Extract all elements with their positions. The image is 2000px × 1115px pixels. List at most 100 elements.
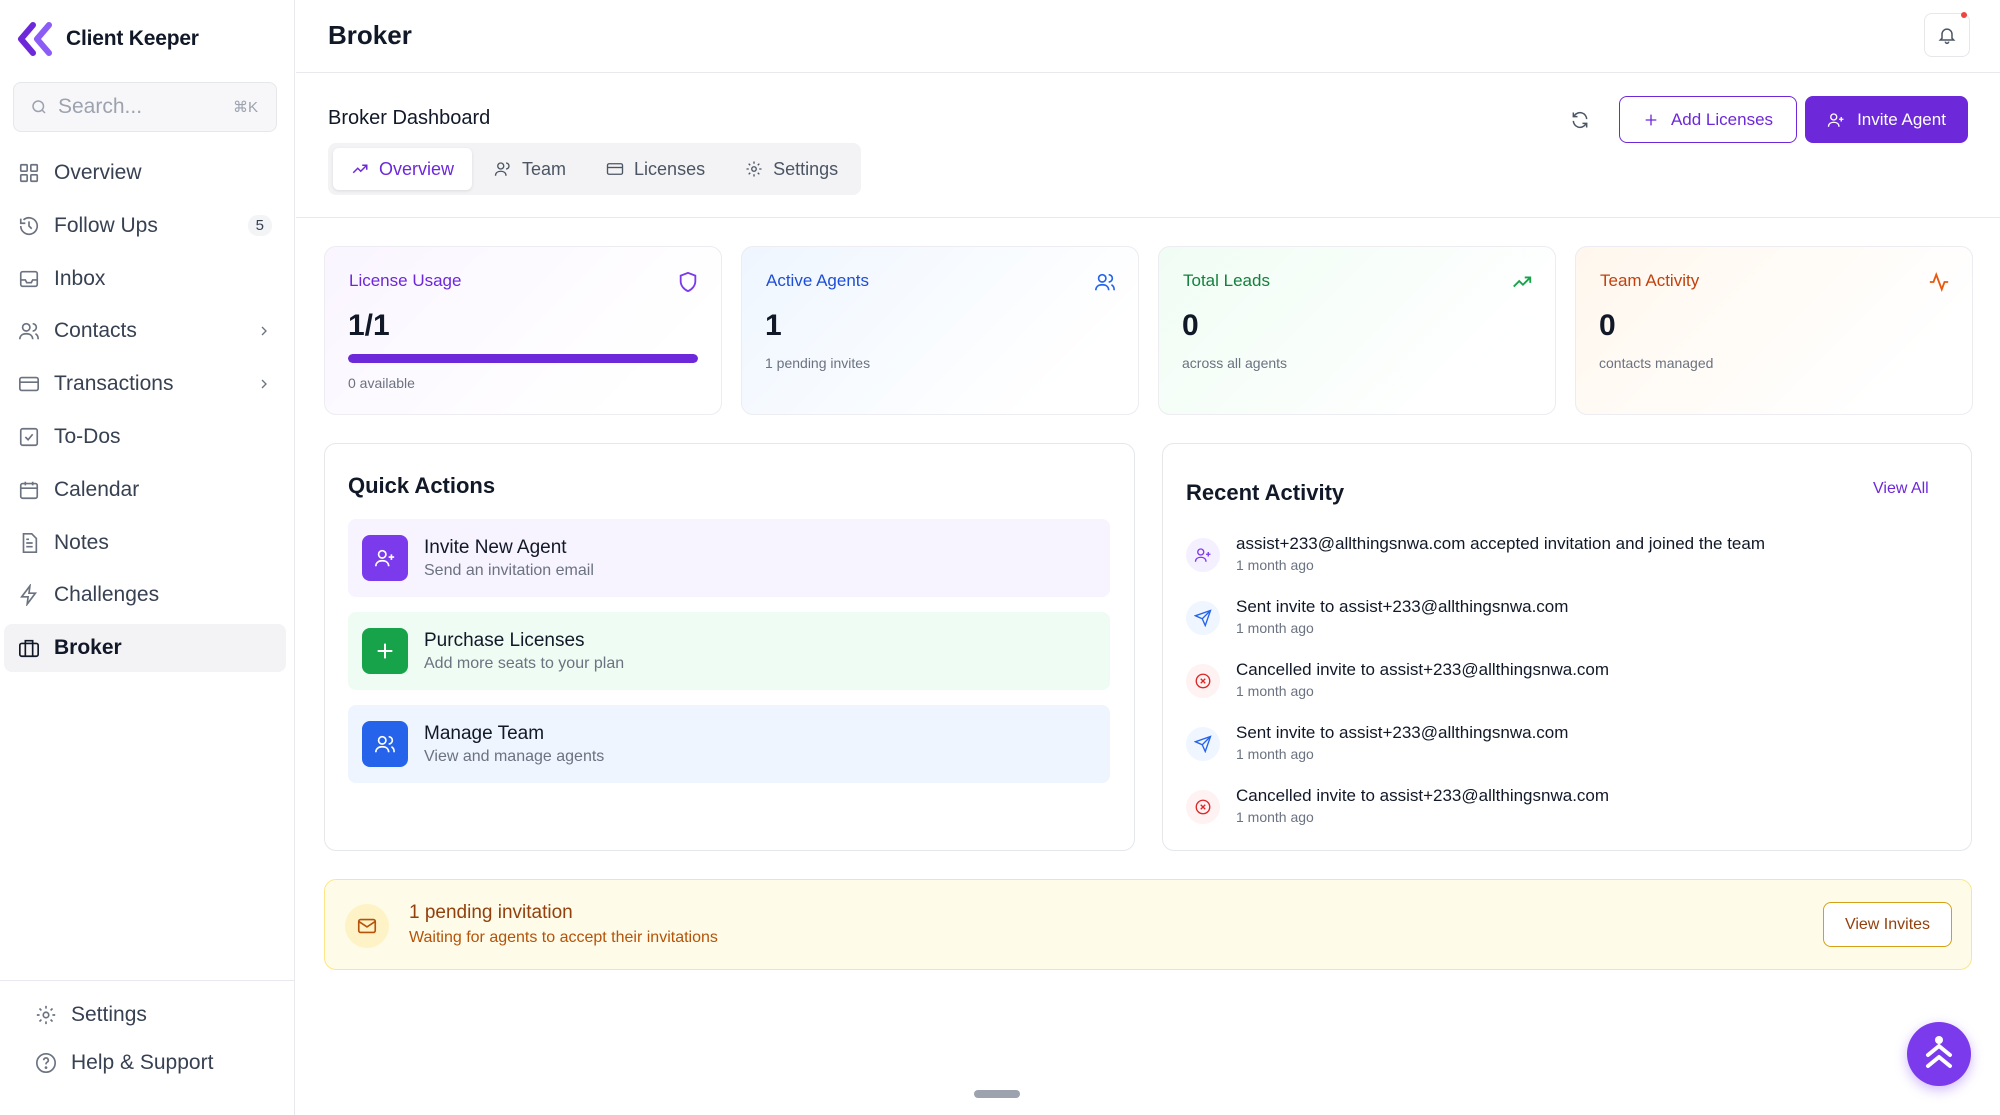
users-icon: [1094, 271, 1116, 293]
sidebar-item-label: Notes: [54, 530, 109, 554]
sidebar-item-follow-ups[interactable]: Follow Ups 5: [4, 202, 286, 250]
activity-time: 1 month ago: [1236, 620, 1314, 636]
activity-item: Cancelled invite to assist+233@allthings…: [1186, 660, 1966, 699]
trend-icon: [351, 160, 369, 178]
sidebar-item-label: Broker: [54, 636, 122, 660]
sidebar-item-contacts[interactable]: Contacts: [4, 307, 286, 355]
gear-icon: [35, 1004, 57, 1026]
tab-settings[interactable]: Settings: [727, 148, 856, 190]
activity-text: assist+233@allthingsnwa.com accepted inv…: [1236, 534, 1765, 553]
sidebar-item-broker[interactable]: Broker: [4, 624, 286, 673]
follow-ups-count-badge: 5: [247, 215, 272, 237]
search-placeholder: Search...: [58, 95, 143, 118]
team-activity-card: Team Activity 0 contacts managed: [1575, 246, 1973, 415]
sidebar-item-label: Settings: [71, 1003, 147, 1026]
cancel-circle-icon: [1186, 664, 1220, 698]
dashboard-tabs: Overview Team Licenses Settings: [328, 143, 862, 195]
dashboard-header: Broker Dashboard Overview Team Licenses …: [296, 73, 2000, 218]
action-title: Purchase Licenses: [424, 629, 585, 651]
license-usage-card: License Usage 1/1 0 available: [324, 246, 722, 415]
page-title: Broker: [328, 20, 412, 50]
activity-text: Cancelled invite to assist+233@allthings…: [1236, 786, 1610, 805]
activity-time: 1 month ago: [1236, 683, 1314, 699]
sidebar-item-challenges[interactable]: Challenges: [4, 571, 286, 619]
stat-sub: across all agents: [1182, 355, 1288, 371]
note-icon: [18, 532, 40, 554]
sidebar-item-help-support[interactable]: Help & Support: [0, 1039, 295, 1087]
send-icon: [1186, 601, 1220, 635]
top-bar: Broker: [296, 0, 2000, 73]
search-input[interactable]: Search... ⌘K: [13, 82, 277, 132]
refresh-icon: [1570, 110, 1590, 130]
sidebar-item-label: To-Dos: [54, 424, 121, 448]
banner-subtitle: Waiting for agents to accept their invit…: [409, 929, 718, 946]
stat-sub: 1 pending invites: [765, 355, 871, 371]
view-invites-button[interactable]: View Invites: [1823, 902, 1952, 947]
grid-icon: [18, 162, 40, 184]
assistant-fab-button[interactable]: [1907, 1022, 1971, 1086]
tab-overview[interactable]: Overview: [333, 148, 473, 190]
checkbox-icon: [18, 426, 40, 448]
brand[interactable]: Client Keeper: [16, 22, 199, 56]
recent-activity-panel: Recent Activity View All assist+233@allt…: [1162, 443, 1972, 851]
activity-time: 1 month ago: [1236, 809, 1314, 825]
send-icon: [1186, 727, 1220, 761]
sidebar-item-to-dos[interactable]: To-Dos: [4, 413, 286, 461]
add-licenses-button[interactable]: Add Licenses: [1619, 96, 1797, 143]
chevron-right-icon: [256, 323, 272, 339]
activity-item: assist+233@allthingsnwa.com accepted inv…: [1186, 534, 1966, 573]
tab-label: Licenses: [634, 158, 706, 179]
users-icon: [362, 721, 408, 767]
card-icon: [606, 160, 624, 178]
tab-label: Settings: [773, 158, 839, 179]
sidebar-item-settings[interactable]: Settings: [0, 991, 295, 1039]
tab-licenses[interactable]: Licenses: [588, 148, 723, 190]
sidebar-item-label: Challenges: [54, 583, 160, 607]
activity-item: Cancelled invite to assist+233@allthings…: [1186, 786, 1966, 825]
search-icon: [30, 98, 48, 116]
stat-label: License Usage: [349, 271, 462, 290]
users-icon: [18, 320, 40, 342]
gear-icon: [745, 160, 763, 178]
active-agents-card: Active Agents 1 1 pending invites: [741, 246, 1139, 415]
search-shortcut: ⌘K: [232, 99, 258, 116]
view-all-link[interactable]: View All: [1873, 480, 1929, 498]
add-licenses-label: Add Licenses: [1670, 109, 1774, 129]
purchase-licenses-action[interactable]: Purchase Licenses Add more seats to your…: [348, 612, 1110, 690]
client-keeper-logo-icon: [16, 22, 56, 56]
tab-label: Team: [522, 158, 567, 179]
notification-dot: [1961, 12, 1967, 18]
stat-value: 1/1: [348, 309, 390, 342]
trend-up-icon: [1511, 271, 1533, 293]
sidebar-item-overview[interactable]: Overview: [4, 149, 286, 197]
user-plus-icon: [362, 535, 408, 581]
bolt-icon: [18, 584, 40, 607]
recent-activity-title: Recent Activity: [1186, 480, 1345, 505]
sidebar-item-inbox[interactable]: Inbox: [4, 255, 286, 303]
sidebar-item-calendar[interactable]: Calendar: [4, 466, 286, 514]
activity-time: 1 month ago: [1236, 557, 1314, 573]
stat-sub: contacts managed: [1599, 355, 1714, 371]
invite-agent-button[interactable]: Invite Agent: [1805, 96, 1968, 143]
notifications-button[interactable]: [1924, 12, 1970, 57]
drag-handle[interactable]: [974, 1090, 1020, 1098]
tab-team[interactable]: Team: [476, 148, 584, 190]
manage-team-action[interactable]: Manage Team View and manage agents: [348, 705, 1110, 783]
quick-actions-title: Quick Actions: [348, 473, 496, 498]
users-icon: [494, 160, 512, 178]
refresh-button[interactable]: [1566, 106, 1594, 134]
activity-item: Sent invite to assist+233@allthingsnwa.c…: [1186, 597, 1966, 636]
sidebar-item-transactions[interactable]: Transactions: [4, 360, 286, 408]
stat-label: Active Agents: [766, 271, 870, 290]
action-title: Invite New Agent: [424, 536, 567, 558]
activity-text: Sent invite to assist+233@allthingsnwa.c…: [1236, 723, 1569, 742]
sidebar-item-notes[interactable]: Notes: [4, 519, 286, 567]
invite-new-agent-action[interactable]: Invite New Agent Send an invitation emai…: [348, 519, 1110, 597]
sidebar-item-label: Overview: [54, 161, 142, 184]
mail-icon: [345, 904, 389, 948]
chevron-right-icon: [256, 376, 272, 392]
activity-text: Sent invite to assist+233@allthingsnwa.c…: [1236, 597, 1569, 616]
stat-value: 0: [1599, 309, 1616, 342]
history-icon: [18, 215, 40, 237]
activity-item: Sent invite to assist+233@allthingsnwa.c…: [1186, 723, 1966, 762]
